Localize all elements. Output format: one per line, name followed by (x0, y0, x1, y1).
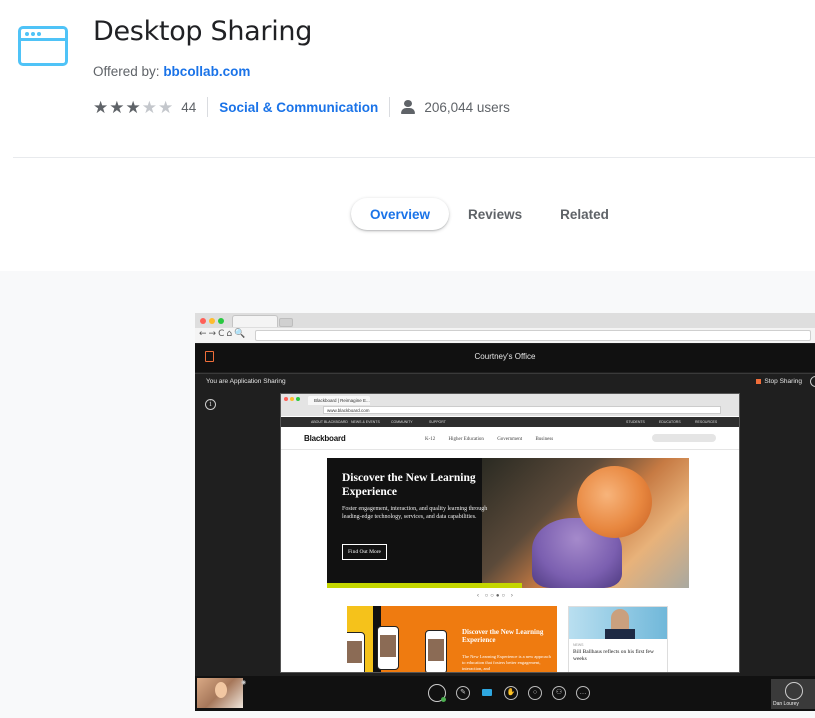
shared-browser: Blackboard | Reimagine E... www.blackboa… (280, 393, 740, 673)
promo-card: Discover the New Learning Experience The… (347, 606, 557, 672)
raise-hand-icon: ✋ (504, 686, 518, 700)
star-icon: ★ (109, 97, 125, 117)
shared-site-nav: ABOUT BLACKBOARD NEWS & EVENTS COMMUNITY… (281, 417, 739, 427)
rating-count[interactable]: 44 (181, 100, 196, 115)
sharing-status: You are Application Sharing (206, 378, 286, 385)
star-icon: ★ (93, 97, 109, 117)
stop-sharing: Stop Sharing (756, 378, 802, 385)
tab-overview[interactable]: Overview (351, 198, 450, 230)
tab-related[interactable]: Related (541, 198, 628, 230)
meta-divider (207, 97, 209, 117)
microphone-icon: ✎ (456, 686, 470, 700)
screenshot-browser-chrome: ←→C⌂🔍 (195, 313, 815, 343)
avatar-icon (428, 684, 446, 702)
user-count: 206,044 users (424, 99, 510, 115)
rating-stars[interactable]: ★ ★ ★ ★ ★ (93, 99, 173, 116)
shared-tab: Blackboard | Reimagine E... (308, 396, 370, 405)
offered-by: Offered by: bbcollab.com (93, 64, 250, 79)
browser-window-icon (18, 26, 68, 66)
star-empty-icon: ★ (158, 97, 174, 117)
detail-tabs: Overview Reviews Related (351, 198, 628, 230)
participant-tile: Dan Lourey (771, 679, 815, 709)
offered-by-link[interactable]: bbcollab.com (163, 64, 250, 79)
close-icon (810, 376, 815, 387)
star-icon: ★ (125, 97, 141, 117)
category-link[interactable]: Social & Communication (219, 100, 378, 115)
shared-url: www.blackboard.com (323, 406, 721, 414)
site-links: K-12 Higher Education Government Busines… (425, 437, 554, 442)
room-title: Courtney's Office (474, 352, 536, 361)
self-video-thumbnail (197, 678, 243, 708)
news-card: NEWS Bill Ballhaus reflects on his first… (568, 606, 668, 672)
header-divider (13, 157, 815, 158)
eye-icon: ◉ (241, 680, 247, 686)
chat-icon: ○ (528, 686, 542, 700)
star-empty-icon: ★ (141, 97, 157, 117)
site-search (652, 434, 716, 442)
carousel-dots: ‹ ○○●○ › (477, 593, 515, 599)
extension-title: Desktop Sharing (93, 16, 313, 47)
offered-by-label: Offered by: (93, 64, 160, 79)
hero-banner: Discover the New Learning Experience Fos… (327, 458, 689, 588)
more-icon: … (576, 686, 590, 700)
site-logo: Blackboard (304, 434, 346, 443)
participant-name: Dan Lourey (773, 701, 799, 707)
info-icon: i (205, 399, 216, 410)
hero-text: Foster engagement, interaction, and qual… (342, 506, 488, 520)
tab-reviews[interactable]: Reviews (449, 198, 541, 230)
extension-detail-page: Desktop Sharing Offered by: bbcollab.com… (0, 0, 815, 718)
screenshot-image[interactable]: ←→C⌂🔍 Courtney's Office You are Applicat… (195, 313, 815, 711)
camera-icon (480, 686, 494, 700)
hero-title: Discover the New Learning Experience (342, 472, 476, 498)
participants-icon: ⚇ (552, 686, 566, 700)
meta-row: ★ ★ ★ ★ ★ 44 Social & Communication 206,… (93, 96, 510, 118)
avatar-icon (785, 682, 803, 700)
user-icon (401, 100, 416, 114)
meta-divider (389, 97, 391, 117)
hero-button: Find Out More (342, 544, 387, 560)
